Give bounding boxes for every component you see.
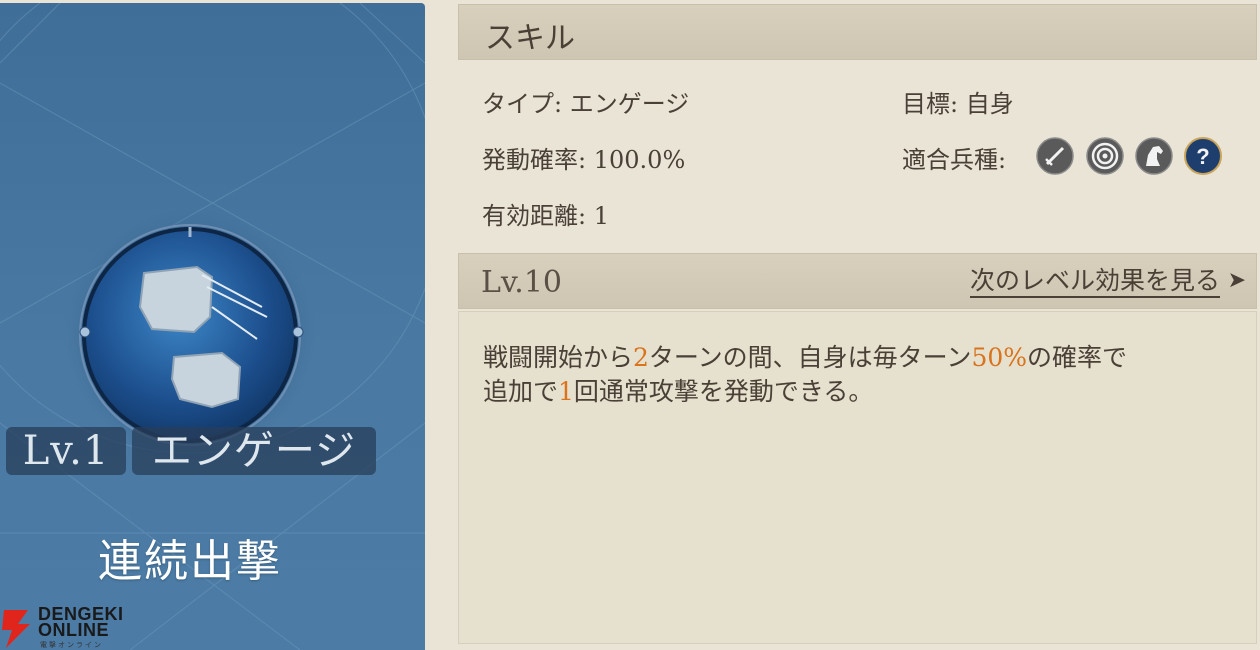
range-label: 有効距離: [482,202,587,230]
type-label: タイプ: [482,90,563,118]
level-title: Lv.10 [481,265,563,300]
skill-description: 戦闘開始から2ターンの間、自身は毎ターン50%の確率で 追加で1回通常攻撃を発動… [458,311,1257,644]
range-value: 1 [593,202,610,230]
level-section-header: Lv.10 次のレベル効果を見る ➤ [458,253,1257,309]
description-line-1: 戦闘開始から2ターンの間、自身は毎ターン50%の確率で [483,343,1128,372]
watermark-subtext: 電撃オンライン [40,642,103,649]
target-icon[interactable] [1086,137,1124,175]
skill-name: 連続出撃 [98,536,282,587]
question-icon[interactable]: ? [1184,137,1222,175]
rate-value: 100.0% [593,146,686,174]
arrow-right-icon[interactable]: ➤ [1228,268,1246,293]
skill-level-badge: Lv.1 [6,427,126,475]
skill-type-badge: エンゲージ [132,427,376,475]
horse-icon[interactable] [1135,137,1173,175]
skill-section-header: スキル [458,4,1257,60]
skill-card: Lv.1 エンゲージ 連続出撃 [0,3,425,650]
type-row: タイプ: エンゲージ [482,84,689,119]
skill-section-title: スキル [485,21,575,56]
rate-label: 発動確率: [482,146,587,174]
range-row: 有効距離: 1 [482,196,609,231]
svg-text:?: ? [1196,144,1209,169]
description-line-2: 追加で1回通常攻撃を発動できる。 [483,377,874,406]
target-row: 目標: 自身 [902,84,1014,119]
skill-detail-panel: スキル タイプ: エンゲージ 目標: 自身 発動確率: 100.0% 適合兵種:… [450,0,1260,650]
next-level-link[interactable]: 次のレベル効果を見る [969,266,1220,298]
type-value: エンゲージ [569,90,690,118]
rate-row: 発動確率: 100.0% [482,140,685,175]
target-label: 目標: [902,90,959,118]
sword-icon[interactable] [1036,137,1074,175]
target-value: 自身 [965,90,1014,118]
skill-emblem[interactable] [62,207,317,462]
units-label: 適合兵種: [902,146,1007,174]
watermark-text: DENGEKI ONLINE [38,604,124,640]
